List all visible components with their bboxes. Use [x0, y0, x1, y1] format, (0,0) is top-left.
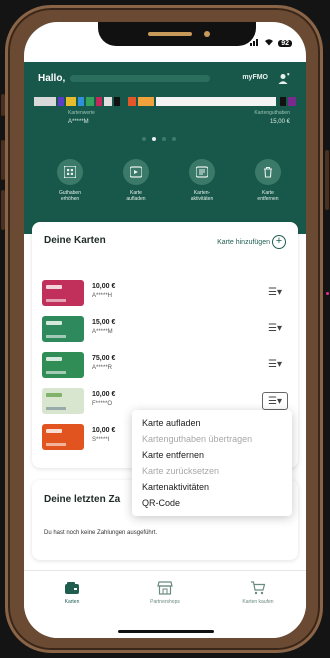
add-card-link[interactable]: Karte hinzufügen: [217, 239, 270, 246]
card-thumbnail: [42, 424, 84, 450]
carousel-pagination[interactable]: [142, 137, 176, 141]
menu-item-remove-card[interactable]: Karte entfernen: [132, 447, 292, 463]
status-bar: 92: [24, 22, 306, 62]
menu-item-qr-code[interactable]: QR-Code: [132, 495, 292, 511]
payments-panel-title: Deine letzten Za: [44, 494, 121, 505]
home-indicator[interactable]: [118, 630, 214, 633]
quick-action-load-card[interactable]: Karte aufladen: [110, 159, 162, 202]
quick-action-label: Guthaben erhöhen: [59, 190, 81, 202]
card-amount: 15,00 €: [92, 319, 116, 326]
menu-item-reset-card: Karte zurücksetzen: [142, 466, 220, 476]
greeting: Hallo,: [38, 73, 66, 84]
card-options-dropdown: Karte aufladen Kartenguthaben übertragen…: [132, 410, 292, 516]
card-menu-button[interactable]: ☰▾: [262, 320, 288, 338]
nav-label: Karten: [64, 599, 80, 605]
nav-tab-cards[interactable]: Karten: [32, 581, 112, 605]
trash-icon: [255, 159, 281, 185]
quick-action-label: Karte aufladen: [126, 190, 146, 202]
card-amount: 75,00 €: [92, 355, 116, 362]
pagination-dot[interactable]: [162, 137, 166, 141]
pagination-dot[interactable]: [172, 137, 176, 141]
card-number: S*****I: [92, 437, 110, 443]
card-thumbnail: [42, 280, 84, 306]
menu-item-load-card[interactable]: Karte aufladen: [132, 415, 292, 431]
wallet-icon: [32, 581, 112, 595]
redacted-username: [70, 75, 210, 82]
status-icons: 92: [250, 38, 292, 48]
card-menu-button[interactable]: ☰▾: [262, 284, 288, 302]
nav-label: Karten kaufen: [242, 599, 274, 605]
card-amount: 10,00 €: [92, 391, 116, 398]
pagination-dot[interactable]: [142, 137, 146, 141]
menu-item-card-activities[interactable]: Kartenaktivitäten: [132, 479, 292, 495]
pagination-dot-active[interactable]: [152, 137, 156, 141]
power-button: [325, 150, 329, 210]
payments-empty-text: Du hast noch keine Zahlungen ausgeführt.: [44, 530, 158, 536]
shop-icon: [125, 581, 205, 595]
user-profile-icon[interactable]: [278, 72, 290, 84]
card-number: A*****M: [92, 329, 113, 335]
card-thumbnail: [42, 388, 84, 414]
card-amount: 10,00 €: [92, 283, 116, 290]
bottom-navigation: Karten Partnershops Karten kaufen: [24, 570, 306, 638]
balance-right-label: Kartenguthaben: [254, 110, 290, 116]
card-menu-button-open[interactable]: ☰▾: [262, 392, 288, 410]
brand-logo: myFMO: [242, 74, 268, 81]
quick-action-remove-card[interactable]: Karte entfernen: [242, 159, 294, 202]
quick-action-top-up[interactable]: Guthaben erhöhen: [44, 159, 96, 202]
app-screen: 92 Hallo, myFMO Kartenwerte A*****M Kart…: [24, 22, 306, 638]
balance-right-value: 15,00 €: [269, 119, 290, 125]
quick-action-label: Karte entfernen: [257, 190, 279, 202]
card-menu-button[interactable]: ☰▾: [262, 356, 288, 374]
speaker-grille: [148, 32, 192, 36]
card-number: A*****H: [92, 293, 113, 299]
nav-tab-buy-cards[interactable]: Karten kaufen: [218, 581, 298, 605]
camera-dot: [204, 31, 210, 37]
grid-icon: [57, 159, 83, 185]
device-stage: 92 Hallo, myFMO Kartenwerte A*****M Kart…: [0, 0, 330, 658]
activity-icon: [189, 159, 215, 185]
card-thumbnail: [42, 316, 84, 342]
battery-indicator: 92: [278, 39, 292, 47]
cart-icon: [218, 581, 298, 595]
nav-label: Partnershops: [150, 599, 180, 605]
balance-left-value: A*****M: [68, 119, 89, 125]
card-thumbnail: [42, 352, 84, 378]
quick-action-label: Karten- aktivitäten: [190, 190, 214, 202]
balance-left-label: Kartenwerte: [68, 110, 95, 116]
quick-action-activities[interactable]: Karten- aktivitäten: [176, 159, 228, 202]
cards-panel-title: Deine Karten: [44, 235, 106, 246]
card-row[interactable]: 75,00 € A*****R ☰▾: [42, 350, 288, 380]
nav-tab-partnershops[interactable]: Partnershops: [125, 581, 205, 605]
card-row[interactable]: 10,00 € A*****H ☰▾: [42, 278, 288, 308]
wifi-icon: [264, 38, 274, 48]
add-card-plus-icon[interactable]: +: [272, 235, 286, 249]
menu-item-transfer-balance: Kartenguthaben übertragen: [142, 434, 253, 444]
card-number: A*****R: [92, 365, 113, 371]
card-number: F*****O: [92, 401, 113, 407]
card-load-icon: [123, 159, 149, 185]
notch: [98, 22, 256, 46]
card-row[interactable]: 15,00 € A*****M ☰▾: [42, 314, 288, 344]
card-carousel-strip[interactable]: [34, 97, 296, 106]
signal-icon: [250, 38, 260, 48]
card-amount: 10,00 €: [92, 427, 116, 434]
edge-marker: [326, 292, 329, 295]
